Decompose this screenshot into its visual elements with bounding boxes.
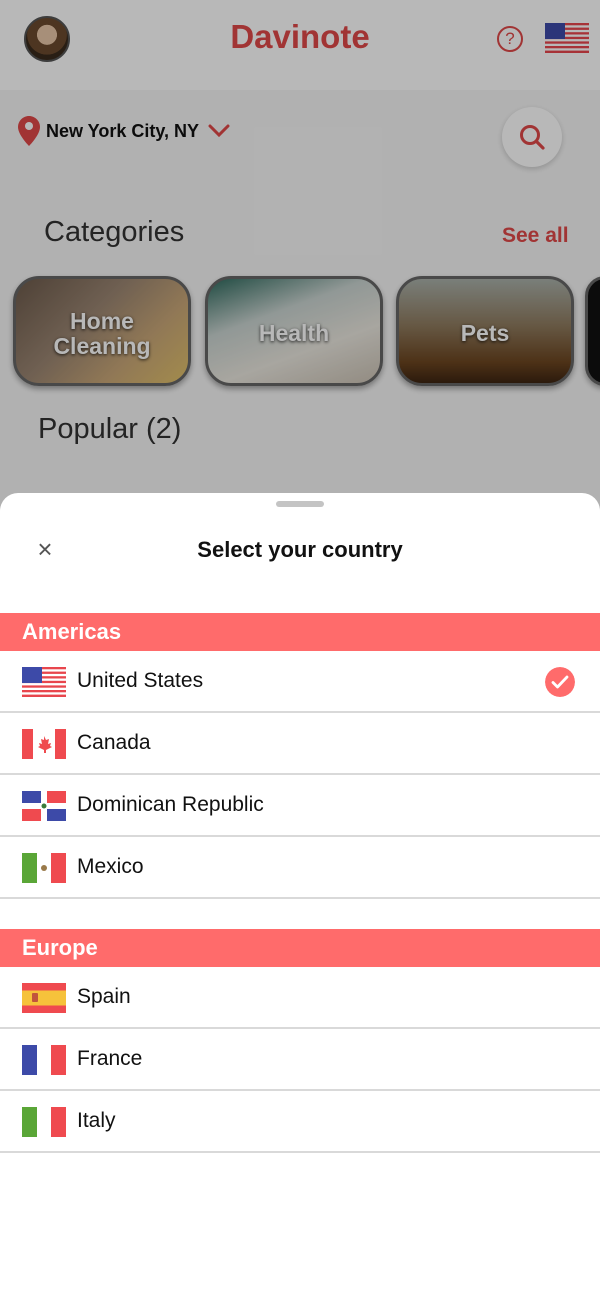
country-name: Spain [77,985,131,1008]
do-flag-icon [22,791,66,821]
country-row-mexico[interactable]: Mexico [0,837,600,899]
mx-flag-icon [22,853,66,883]
region-header-europe: Europe [0,929,600,967]
country-row-france[interactable]: France [0,1029,600,1091]
ca-flag-icon [22,729,66,759]
country-name: Italy [77,1109,116,1132]
country-picker-sheet: × Select your country Americas United St… [0,493,600,1303]
country-name: Canada [77,731,151,754]
drag-handle[interactable] [276,501,324,507]
es-flag-icon [22,983,66,1013]
country-row-italy[interactable]: Italy [0,1091,600,1153]
it-flag-icon [22,1107,66,1137]
sheet-title: Select your country [197,537,403,562]
region-header-americas: Americas [0,613,600,651]
country-row-united-states[interactable]: United States [0,651,600,713]
selected-check-icon [545,667,575,697]
country-name: Mexico [77,855,144,878]
us-flag-icon [22,667,66,697]
country-name: Dominican Republic [77,793,264,816]
country-name: United States [77,669,204,692]
country-row-spain[interactable]: Spain [0,967,600,1029]
country-row-canada[interactable]: Canada [0,713,600,775]
country-name: France [77,1047,143,1070]
country-row-dominican-republic[interactable]: Dominican Republic [0,775,600,837]
fr-flag-icon [22,1045,66,1075]
